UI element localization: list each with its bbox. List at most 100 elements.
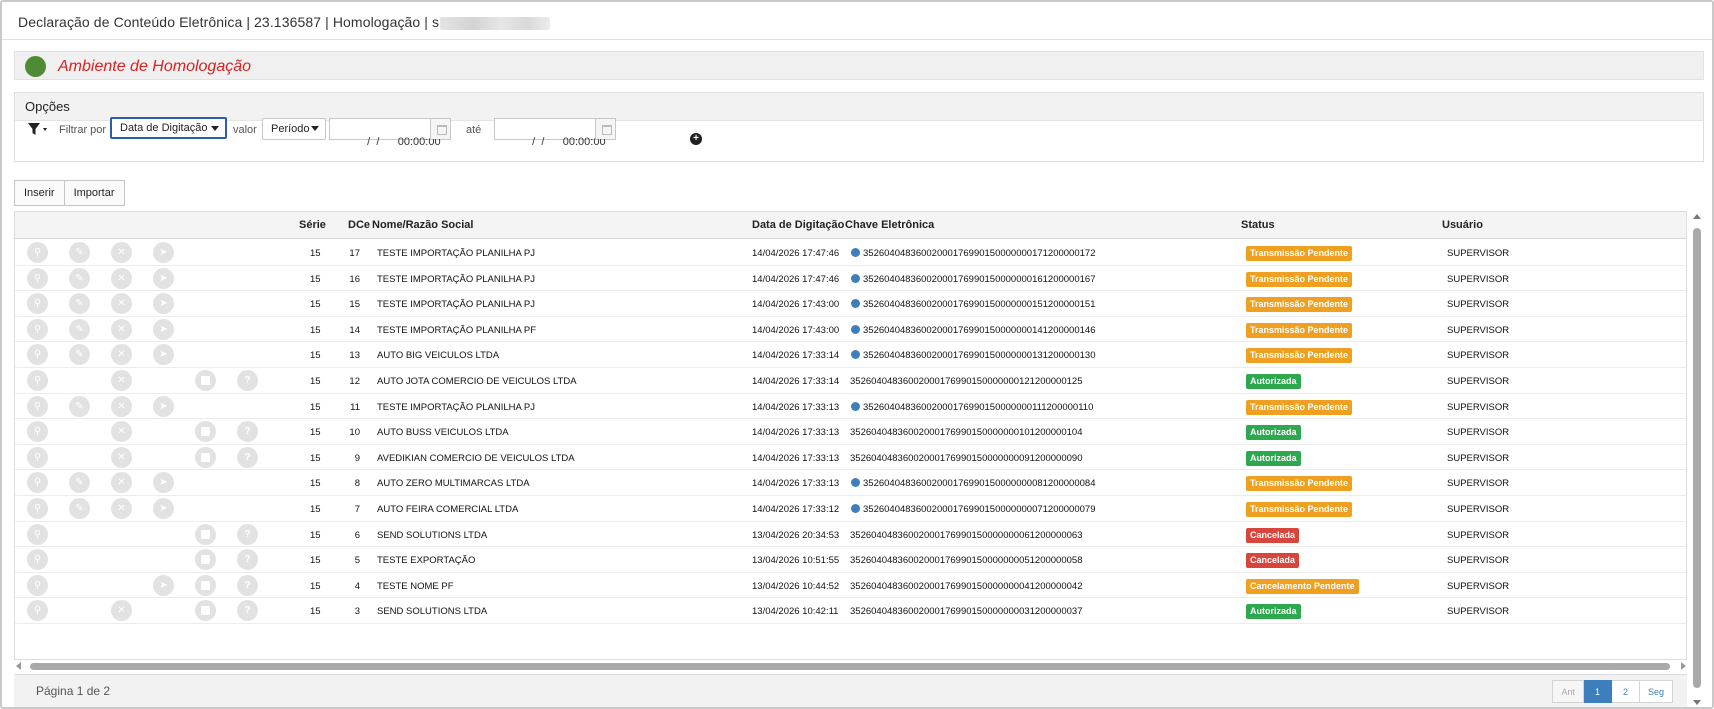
date-from-input[interactable]: / / 00:00:00 — [329, 118, 451, 148]
view-icon[interactable]: ⚲ — [27, 549, 48, 571]
print-icon[interactable] — [195, 600, 216, 622]
cell-chave[interactable]: 3526040483600200017699015000000008120000… — [863, 478, 1095, 489]
table-row[interactable]: ⚲ ✎ ✕ ➤ 15 7 AUTO FEIRA COMERCIAL LTDA 14/04/20… — [15, 496, 1686, 522]
send-icon[interactable]: ➤ — [153, 395, 174, 417]
print-icon[interactable] — [195, 370, 216, 391]
col-chave[interactable]: Chave Eletrônica — [845, 219, 934, 231]
view-icon[interactable]: ⚲ — [27, 344, 48, 366]
cell-chave[interactable]: 3526040483600200017699015000000005120000… — [850, 555, 1082, 566]
col-usuario[interactable]: Usuário — [1442, 219, 1483, 231]
send-icon[interactable]: ➤ — [153, 293, 174, 315]
add-filter-icon[interactable]: + — [690, 133, 702, 145]
view-icon[interactable]: ⚲ — [27, 446, 48, 468]
table-row[interactable]: ⚲ ✕? 15 10 AUTO BUSS VEICULOS LTDA 14/04/2026… — [15, 419, 1686, 445]
filter-by-select[interactable]: Data de Digitação — [110, 117, 227, 139]
table-row[interactable]: ⚲ ✕? 15 3 SEND SOLUTIONS LTDA 13/04/2026 10:4… — [15, 598, 1686, 624]
send-icon[interactable]: ➤ — [153, 267, 174, 289]
help-icon[interactable]: ? — [237, 523, 258, 545]
send-icon[interactable]: ➤ — [153, 242, 174, 263]
help-icon[interactable]: ? — [237, 370, 258, 391]
col-data-digitacao[interactable]: Data de Digitação — [752, 219, 844, 231]
cell-chave[interactable]: 3526040483600200017699015000000014120000… — [863, 325, 1095, 336]
send-icon[interactable]: ➤ — [153, 472, 174, 494]
calendar-icon[interactable] — [595, 119, 615, 139]
edit-icon[interactable]: ✎ — [69, 267, 90, 289]
view-icon[interactable]: ⚲ — [27, 472, 48, 494]
horizontal-scrollbar[interactable] — [16, 661, 1686, 671]
cancel-icon[interactable]: ✕ — [111, 600, 132, 622]
view-icon[interactable]: ⚲ — [27, 267, 48, 289]
delete-icon[interactable]: ✕ — [111, 318, 132, 340]
edit-icon[interactable]: ✎ — [69, 318, 90, 340]
cancel-icon[interactable]: ✕ — [111, 446, 132, 468]
edit-icon[interactable]: ✎ — [69, 344, 90, 366]
page-button-1[interactable]: 1 — [1583, 680, 1612, 703]
help-icon[interactable]: ? — [237, 549, 258, 571]
vertical-scrollbar[interactable] — [1690, 211, 1704, 707]
delete-icon[interactable]: ✕ — [111, 472, 132, 494]
page-button-2[interactable]: 2 — [1611, 680, 1640, 703]
send-icon[interactable]: ➤ — [153, 344, 174, 366]
table-row[interactable]: ⚲ ✕? 15 12 AUTO JOTA COMERCIO DE VEICULOS LT… — [15, 368, 1686, 394]
table-row[interactable]: ⚲ ✎ ✕ ➤ 15 17 TESTE IMPORTAÇÃO PLANILHA PJ 14/0… — [15, 240, 1686, 266]
valor-select[interactable]: Período — [262, 118, 326, 140]
vertical-scroll-thumb[interactable] — [1693, 228, 1701, 688]
print-icon[interactable] — [195, 523, 216, 545]
print-icon[interactable] — [195, 421, 216, 443]
table-row[interactable]: ⚲? 15 5 TESTE EXPORTAÇÃO 13/04/2026 10:51:55… — [15, 547, 1686, 573]
cell-chave[interactable]: 3526040483600200017699015000000016120000… — [863, 274, 1095, 285]
edit-icon[interactable]: ✎ — [69, 242, 90, 263]
table-row[interactable]: ⚲ ✕? 15 9 AVEDIKIAN COMERCIO DE VEICULOS LTD… — [15, 445, 1686, 471]
help-icon[interactable]: ? — [237, 421, 258, 443]
edit-icon[interactable]: ✎ — [69, 395, 90, 417]
table-row[interactable]: ⚲ ✎ ✕ ➤ 15 14 TESTE IMPORTAÇÃO PLANILHA PF 14/0… — [15, 317, 1686, 343]
delete-icon[interactable]: ✕ — [111, 293, 132, 315]
help-icon[interactable]: ? — [237, 574, 258, 596]
next-page-button[interactable]: Seg — [1639, 680, 1673, 703]
prev-page-button[interactable]: Ant — [1552, 680, 1584, 703]
view-icon[interactable]: ⚲ — [27, 242, 48, 263]
cell-chave[interactable]: 3526040483600200017699015000000003120000… — [850, 606, 1082, 617]
table-row[interactable]: ⚲ ✎ ✕ ➤ 15 16 TESTE IMPORTAÇÃO PLANILHA PJ 14/0… — [15, 266, 1686, 292]
view-icon[interactable]: ⚲ — [27, 421, 48, 443]
import-button[interactable]: Importar — [64, 180, 125, 206]
help-icon[interactable]: ? — [237, 446, 258, 468]
view-icon[interactable]: ⚲ — [27, 523, 48, 545]
table-row[interactable]: ⚲ ✎ ✕ ➤ 15 11 TESTE IMPORTAÇÃO PLANILHA PJ 14/0… — [15, 394, 1686, 420]
edit-icon[interactable]: ✎ — [69, 293, 90, 315]
filter-icon[interactable] — [27, 121, 49, 137]
col-serie[interactable]: Série — [299, 219, 326, 231]
edit-icon[interactable]: ✎ — [69, 498, 90, 519]
send-icon[interactable]: ➤ — [153, 498, 174, 519]
print-icon[interactable] — [195, 549, 216, 571]
cell-chave[interactable]: 3526040483600200017699015000000004120000… — [850, 581, 1082, 592]
view-icon[interactable]: ⚲ — [27, 498, 48, 519]
cell-chave[interactable]: 3526040483600200017699015000000017120000… — [863, 248, 1095, 259]
col-status[interactable]: Status — [1241, 219, 1275, 231]
view-icon[interactable]: ⚲ — [27, 293, 48, 315]
cell-chave[interactable]: 3526040483600200017699015000000010120000… — [850, 427, 1082, 438]
help-icon[interactable]: ? — [237, 600, 258, 622]
table-row[interactable]: ⚲? 15 6 SEND SOLUTIONS LTDA 13/04/2026 20:34… — [15, 522, 1686, 548]
edit-icon[interactable]: ✎ — [69, 472, 90, 494]
delete-icon[interactable]: ✕ — [111, 395, 132, 417]
date-to-input[interactable]: / / 00:00:00 — [494, 118, 616, 148]
cell-chave[interactable]: 3526040483600200017699015000000013120000… — [863, 350, 1095, 361]
delete-icon[interactable]: ✕ — [111, 498, 132, 519]
cancel-icon[interactable]: ✕ — [111, 370, 132, 391]
table-row[interactable]: ⚲ ✎ ✕ ➤ 15 13 AUTO BIG VEICULOS LTDA 14/04/2026… — [15, 342, 1686, 368]
send-icon[interactable]: ➤ — [153, 318, 174, 340]
cancel-icon[interactable]: ✕ — [111, 421, 132, 443]
send-icon[interactable]: ➤ — [153, 574, 174, 596]
calendar-icon[interactable] — [430, 119, 450, 139]
cell-chave[interactable]: 3526040483600200017699015000000012120000… — [850, 376, 1082, 387]
view-icon[interactable]: ⚲ — [27, 574, 48, 596]
scroll-right-icon[interactable] — [1681, 662, 1686, 670]
view-icon[interactable]: ⚲ — [27, 600, 48, 622]
table-row[interactable]: ⚲ ✎ ✕ ➤ 15 8 AUTO ZERO MULTIMARCAS LTDA 14/04/2… — [15, 470, 1686, 496]
col-dce[interactable]: DCe — [348, 219, 370, 231]
scroll-left-icon[interactable] — [16, 662, 21, 670]
delete-icon[interactable]: ✕ — [111, 267, 132, 289]
print-icon[interactable] — [195, 574, 216, 596]
cell-chave[interactable]: 3526040483600200017699015000000006120000… — [850, 530, 1082, 541]
